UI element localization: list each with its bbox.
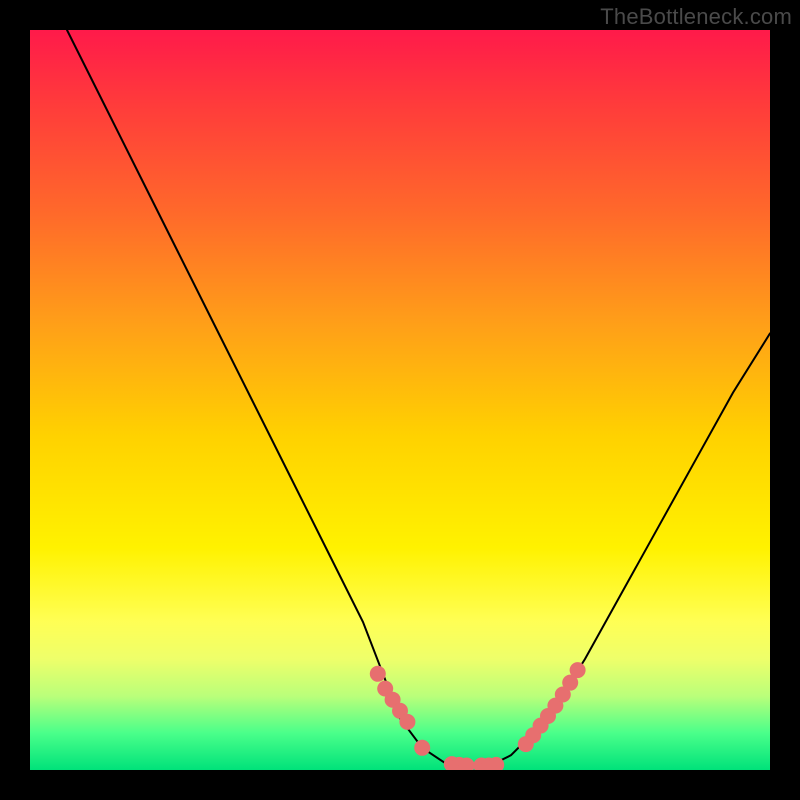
marker-dot (570, 662, 586, 678)
plot-area (30, 30, 770, 770)
bottleneck-curve (67, 30, 770, 766)
highlight-dots (370, 662, 586, 770)
chart-svg (30, 30, 770, 770)
watermark-text: TheBottleneck.com (600, 4, 792, 30)
marker-dot (414, 740, 430, 756)
chart-frame: TheBottleneck.com (0, 0, 800, 800)
marker-dot (370, 666, 386, 682)
marker-dot (399, 714, 415, 730)
